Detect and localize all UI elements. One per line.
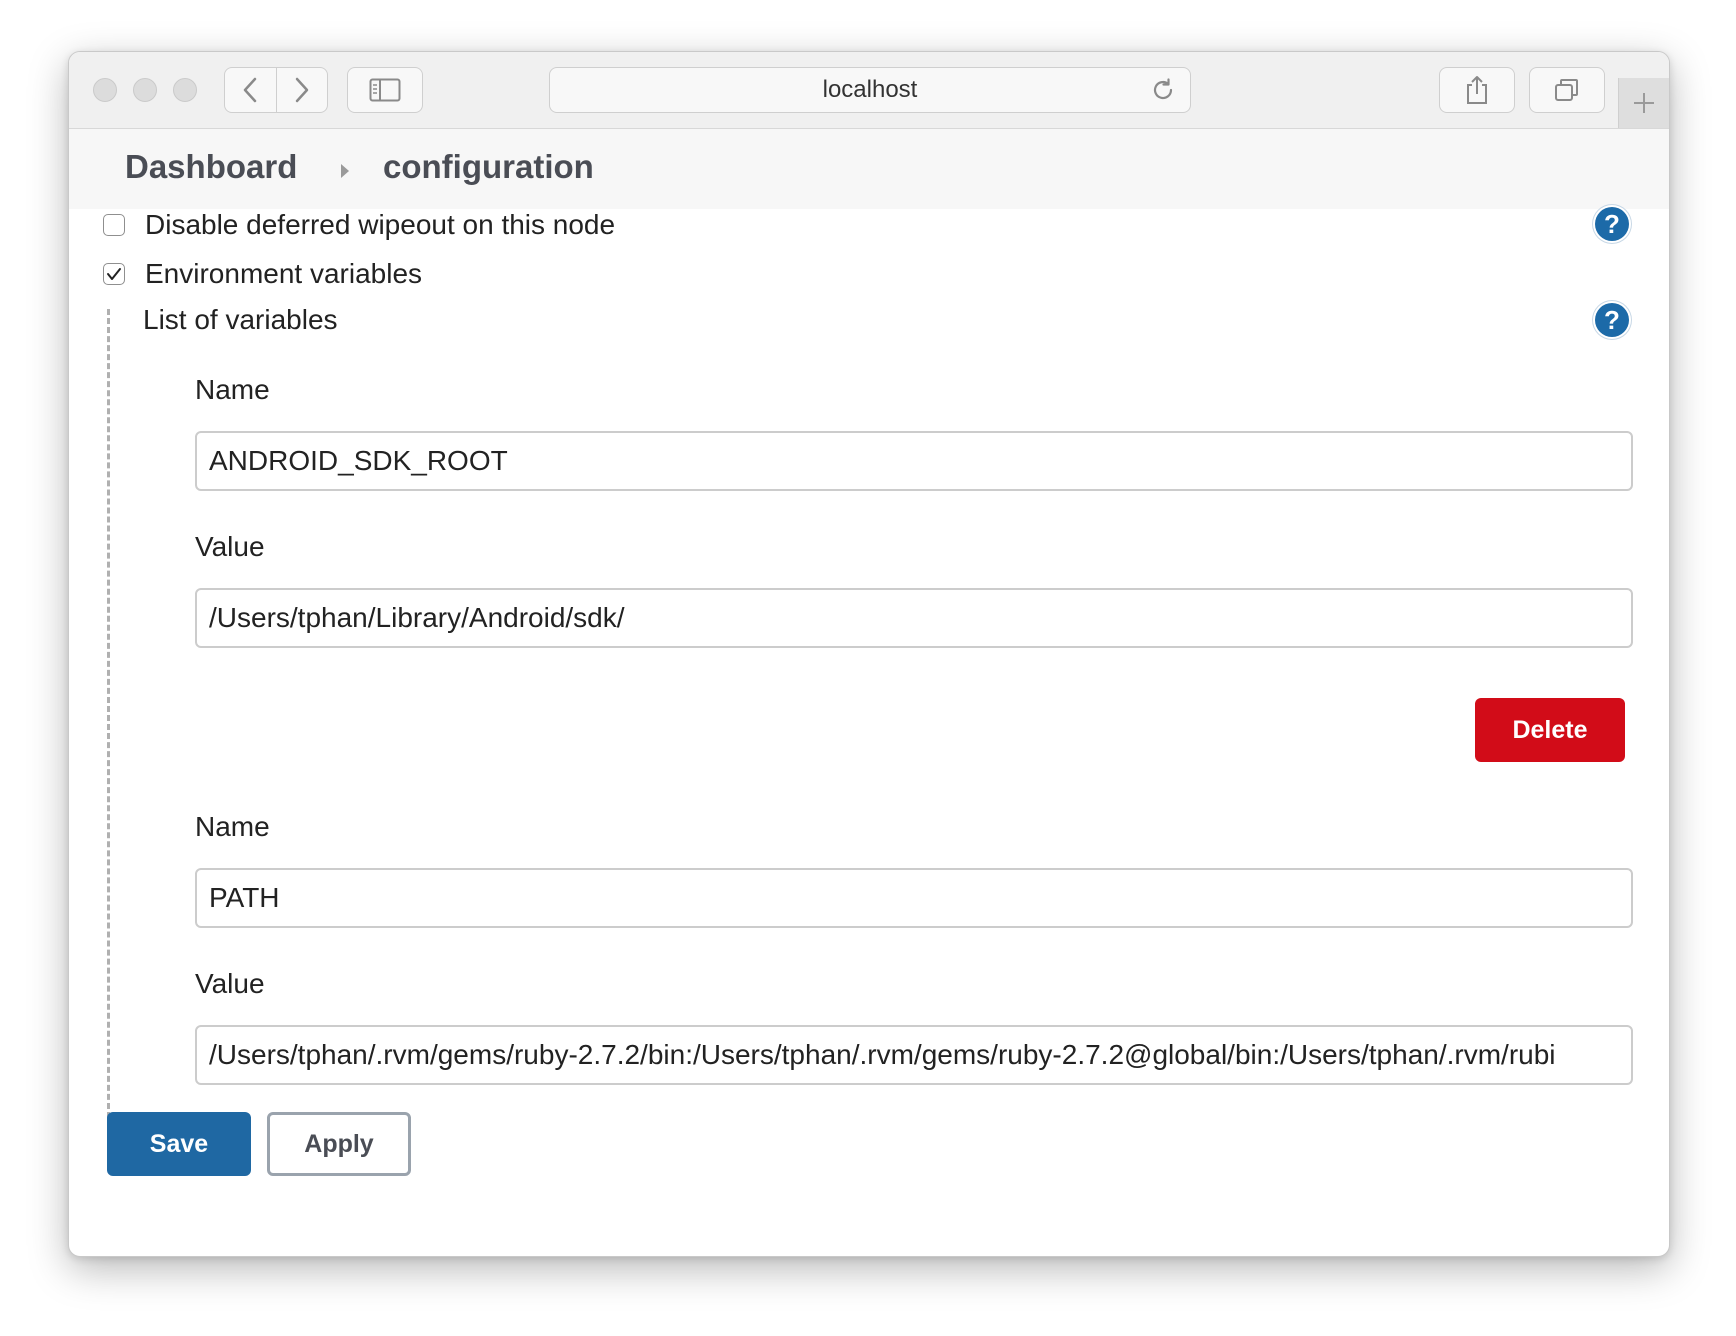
disable-wipeout-label[interactable]: Disable deferred wipeout on this node — [145, 209, 615, 241]
reload-button[interactable] — [1150, 77, 1176, 110]
env-vars-row: Environment variables — [103, 258, 422, 290]
breadcrumb-configuration[interactable]: configuration — [383, 148, 594, 186]
close-window-button[interactable] — [93, 78, 117, 102]
address-bar[interactable]: localhost — [549, 67, 1191, 113]
apply-button[interactable]: Apply — [267, 1112, 411, 1176]
help-icon[interactable]: ? — [1595, 303, 1629, 337]
variable-name-input[interactable] — [195, 431, 1633, 491]
browser-window: localhost Dashboard configuration Disabl… — [68, 51, 1670, 1257]
config-form: Disable deferred wipeout on this node ? … — [69, 207, 1669, 1256]
env-vars-checkbox[interactable] — [103, 263, 125, 285]
zoom-window-button[interactable] — [173, 78, 197, 102]
tabs-icon — [1555, 79, 1578, 101]
disable-wipeout-row: Disable deferred wipeout on this node — [103, 209, 615, 241]
variable-value-input[interactable] — [195, 588, 1633, 648]
delete-button[interactable]: Delete — [1475, 698, 1625, 762]
chevron-right-icon — [295, 77, 308, 103]
sidebar-icon — [369, 78, 401, 102]
breadcrumb-separator-icon — [341, 164, 349, 178]
variable-name-input[interactable] — [195, 868, 1633, 928]
chevron-left-icon — [244, 77, 257, 103]
variable-name-label: Name — [195, 811, 270, 842]
sidebar-button[interactable] — [347, 67, 423, 113]
share-icon — [1467, 76, 1487, 104]
new-tab-button[interactable] — [1618, 78, 1669, 128]
variable-value-input[interactable] — [195, 1025, 1633, 1085]
nav-buttons — [224, 67, 328, 113]
help-icon-glyph: ? — [1604, 208, 1620, 239]
checkmark-icon — [107, 268, 121, 280]
help-icon[interactable]: ? — [1595, 207, 1629, 241]
back-button[interactable] — [225, 68, 276, 112]
show-tabs-button[interactable] — [1529, 67, 1605, 113]
minimize-window-button[interactable] — [133, 78, 157, 102]
address-text: localhost — [822, 76, 918, 103]
variable-value-label: Value — [195, 531, 265, 562]
breadcrumb: Dashboard configuration — [69, 129, 1669, 209]
plus-icon — [1634, 93, 1654, 113]
disable-wipeout-checkbox[interactable] — [103, 214, 125, 236]
share-button[interactable] — [1439, 67, 1515, 113]
variable-value-label: Value — [195, 968, 265, 999]
forward-button[interactable] — [275, 68, 328, 112]
save-button[interactable]: Save — [107, 1112, 251, 1176]
help-icon-glyph: ? — [1604, 304, 1620, 335]
variable-name-label: Name — [195, 374, 270, 405]
breadcrumb-dashboard[interactable]: Dashboard — [125, 148, 297, 186]
env-vars-label[interactable]: Environment variables — [145, 258, 422, 290]
reload-icon — [1153, 78, 1173, 100]
nested-section-border — [107, 309, 110, 1127]
list-of-variables-title: List of variables — [143, 304, 338, 335]
browser-toolbar: localhost — [69, 52, 1669, 129]
